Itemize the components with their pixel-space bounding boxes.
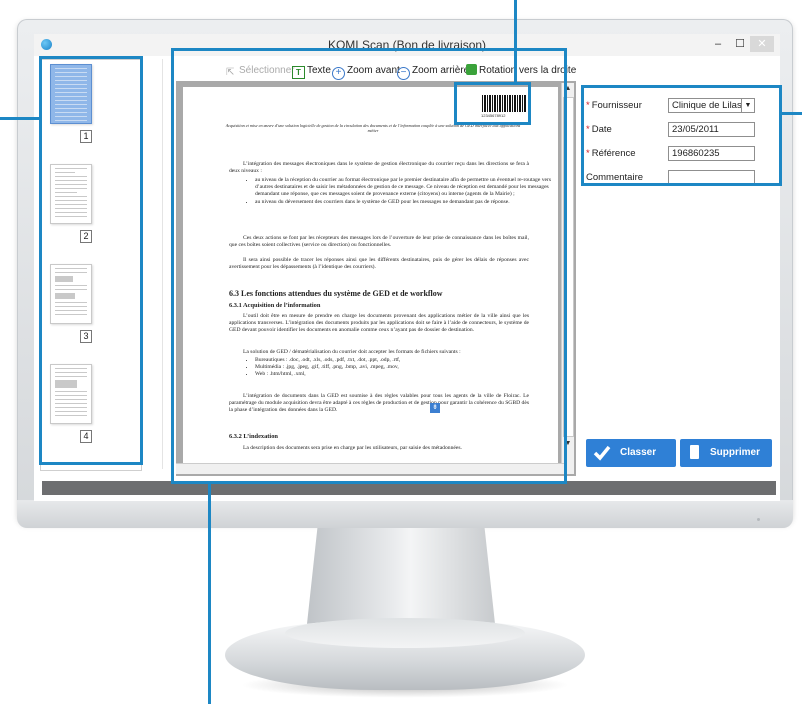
power-led bbox=[757, 518, 760, 521]
callout-thumbnails-highlight bbox=[39, 56, 143, 465]
callout-barcode-highlight bbox=[454, 82, 531, 125]
check-icon bbox=[593, 445, 611, 461]
monitor-stand-base-top bbox=[285, 618, 525, 648]
close-button[interactable]: ✕ bbox=[750, 36, 774, 52]
monitor-chin bbox=[17, 500, 793, 528]
callout-line-right bbox=[780, 112, 802, 115]
minimize-button[interactable]: – bbox=[710, 36, 726, 52]
trash-icon bbox=[690, 445, 699, 459]
supprimer-button[interactable]: Supprimer bbox=[680, 439, 772, 467]
classer-button[interactable]: Classer bbox=[586, 439, 676, 467]
maximize-button[interactable]: ☐ bbox=[732, 36, 748, 52]
callout-line-bottom bbox=[208, 483, 211, 704]
callout-line-left bbox=[0, 117, 40, 120]
callout-form-highlight bbox=[581, 85, 782, 186]
callout-line-top bbox=[514, 0, 517, 83]
